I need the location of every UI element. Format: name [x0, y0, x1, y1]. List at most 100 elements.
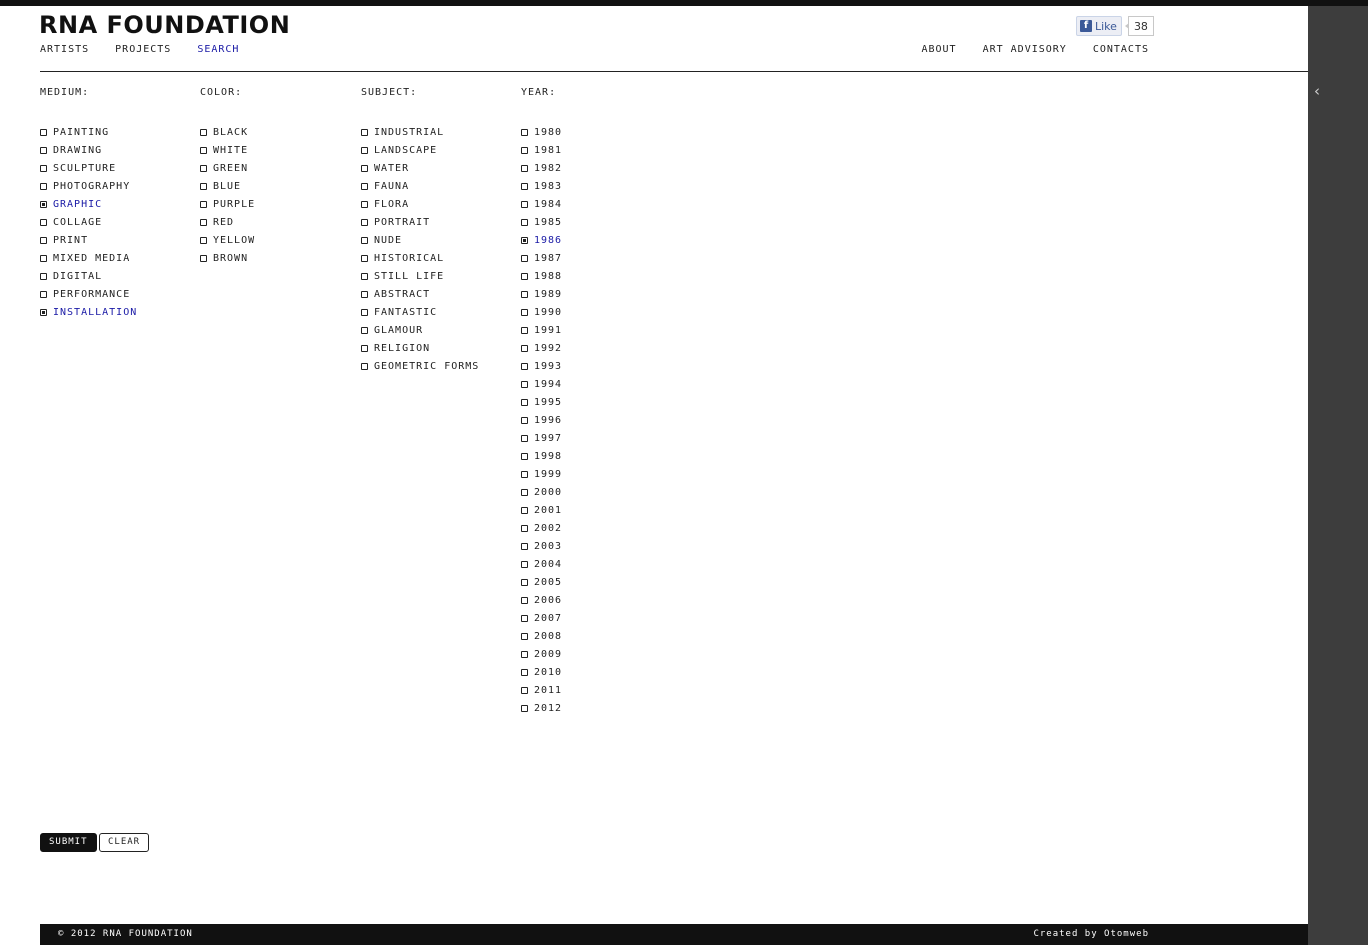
checkbox-checked-icon[interactable]	[521, 236, 528, 244]
checkbox-icon[interactable]	[361, 164, 368, 172]
filter-option-color-red[interactable]: RED	[200, 213, 255, 231]
filter-option-year-2005[interactable]: 2005	[521, 573, 562, 591]
filter-option-medium-sculpture[interactable]: SCULPTURE	[40, 159, 137, 177]
checkbox-icon[interactable]	[521, 182, 528, 190]
filter-option-year-1981[interactable]: 1981	[521, 141, 562, 159]
checkbox-checked-icon[interactable]	[40, 200, 47, 208]
filter-option-year-2008[interactable]: 2008	[521, 627, 562, 645]
checkbox-icon[interactable]	[200, 146, 207, 154]
filter-option-subject-glamour[interactable]: GLAMOUR	[361, 321, 479, 339]
checkbox-icon[interactable]	[40, 128, 47, 136]
checkbox-icon[interactable]	[200, 254, 207, 262]
filter-option-subject-flora[interactable]: FLORA	[361, 195, 479, 213]
checkbox-icon[interactable]	[521, 416, 528, 424]
filter-option-year-1998[interactable]: 1998	[521, 447, 562, 465]
filter-option-year-1993[interactable]: 1993	[521, 357, 562, 375]
nav-link-contacts[interactable]: CONTACTS	[1093, 44, 1149, 56]
filter-option-color-white[interactable]: WHITE	[200, 141, 255, 159]
filter-option-color-blue[interactable]: BLUE	[200, 177, 255, 195]
filter-option-subject-geometric-forms[interactable]: GEOMETRIC FORMS	[361, 357, 479, 375]
filter-option-year-2012[interactable]: 2012	[521, 699, 562, 717]
checkbox-icon[interactable]	[521, 524, 528, 532]
checkbox-icon[interactable]	[361, 344, 368, 352]
footer-credit[interactable]: Created by Otomweb	[1033, 929, 1149, 940]
checkbox-icon[interactable]	[40, 164, 47, 172]
filter-option-medium-drawing[interactable]: DRAWING	[40, 141, 137, 159]
checkbox-icon[interactable]	[521, 344, 528, 352]
filter-option-subject-portrait[interactable]: PORTRAIT	[361, 213, 479, 231]
checkbox-icon[interactable]	[361, 200, 368, 208]
checkbox-icon[interactable]	[361, 272, 368, 280]
checkbox-icon[interactable]	[200, 218, 207, 226]
filter-option-color-black[interactable]: BLACK	[200, 123, 255, 141]
checkbox-icon[interactable]	[521, 506, 528, 514]
filter-option-year-2009[interactable]: 2009	[521, 645, 562, 663]
filter-option-subject-water[interactable]: WATER	[361, 159, 479, 177]
checkbox-icon[interactable]	[521, 686, 528, 694]
checkbox-icon[interactable]	[521, 650, 528, 658]
filter-option-medium-collage[interactable]: COLLAGE	[40, 213, 137, 231]
site-logo[interactable]: RNA FOUNDATION	[39, 11, 290, 39]
filter-option-year-1984[interactable]: 1984	[521, 195, 562, 213]
checkbox-icon[interactable]	[521, 128, 528, 136]
nav-link-art-advisory[interactable]: ART ADVISORY	[983, 44, 1067, 56]
checkbox-icon[interactable]	[40, 254, 47, 262]
filter-option-year-1982[interactable]: 1982	[521, 159, 562, 177]
checkbox-icon[interactable]	[40, 272, 47, 280]
filter-option-medium-painting[interactable]: PAINTING	[40, 123, 137, 141]
filter-option-year-2011[interactable]: 2011	[521, 681, 562, 699]
filter-option-color-green[interactable]: GREEN	[200, 159, 255, 177]
filter-option-year-1988[interactable]: 1988	[521, 267, 562, 285]
filter-option-year-2006[interactable]: 2006	[521, 591, 562, 609]
checkbox-icon[interactable]	[521, 434, 528, 442]
checkbox-icon[interactable]	[521, 614, 528, 622]
filter-option-subject-historical[interactable]: HISTORICAL	[361, 249, 479, 267]
checkbox-icon[interactable]	[521, 668, 528, 676]
nav-link-projects[interactable]: PROJECTS	[115, 44, 171, 56]
checkbox-icon[interactable]	[40, 236, 47, 244]
filter-option-medium-graphic[interactable]: GRAPHIC	[40, 195, 137, 213]
filter-option-year-1997[interactable]: 1997	[521, 429, 562, 447]
filter-option-medium-digital[interactable]: DIGITAL	[40, 267, 137, 285]
checkbox-icon[interactable]	[361, 182, 368, 190]
checkbox-icon[interactable]	[521, 452, 528, 460]
filter-option-year-1985[interactable]: 1985	[521, 213, 562, 231]
filter-option-color-purple[interactable]: PURPLE	[200, 195, 255, 213]
filter-option-year-1987[interactable]: 1987	[521, 249, 562, 267]
checkbox-icon[interactable]	[521, 146, 528, 154]
checkbox-icon[interactable]	[521, 164, 528, 172]
checkbox-icon[interactable]	[521, 290, 528, 298]
submit-button[interactable]: SUBMIT	[40, 833, 97, 852]
checkbox-icon[interactable]	[521, 272, 528, 280]
checkbox-icon[interactable]	[361, 128, 368, 136]
checkbox-icon[interactable]	[521, 326, 528, 334]
checkbox-icon[interactable]	[361, 308, 368, 316]
filter-option-year-1996[interactable]: 1996	[521, 411, 562, 429]
checkbox-icon[interactable]	[521, 560, 528, 568]
checkbox-icon[interactable]	[521, 542, 528, 550]
checkbox-icon[interactable]	[361, 362, 368, 370]
checkbox-icon[interactable]	[40, 146, 47, 154]
checkbox-icon[interactable]	[200, 182, 207, 190]
filter-option-medium-print[interactable]: PRINT	[40, 231, 137, 249]
filter-option-year-1990[interactable]: 1990	[521, 303, 562, 321]
filter-option-medium-mixed-media[interactable]: MIXED MEDIA	[40, 249, 137, 267]
checkbox-icon[interactable]	[200, 236, 207, 244]
checkbox-icon[interactable]	[521, 488, 528, 496]
filter-option-subject-nude[interactable]: NUDE	[361, 231, 479, 249]
filter-option-subject-landscape[interactable]: LANDSCAPE	[361, 141, 479, 159]
filter-option-year-1986[interactable]: 1986	[521, 231, 562, 249]
checkbox-icon[interactable]	[40, 182, 47, 190]
checkbox-icon[interactable]	[521, 596, 528, 604]
filter-option-color-yellow[interactable]: YELLOW	[200, 231, 255, 249]
checkbox-icon[interactable]	[200, 128, 207, 136]
checkbox-icon[interactable]	[521, 200, 528, 208]
filter-option-year-2004[interactable]: 2004	[521, 555, 562, 573]
filter-option-year-2002[interactable]: 2002	[521, 519, 562, 537]
clear-button[interactable]: CLEAR	[99, 833, 150, 852]
filter-option-year-1992[interactable]: 1992	[521, 339, 562, 357]
nav-link-search[interactable]: SEARCH	[197, 44, 239, 56]
checkbox-icon[interactable]	[200, 164, 207, 172]
filter-option-medium-performance[interactable]: PERFORMANCE	[40, 285, 137, 303]
checkbox-icon[interactable]	[361, 218, 368, 226]
